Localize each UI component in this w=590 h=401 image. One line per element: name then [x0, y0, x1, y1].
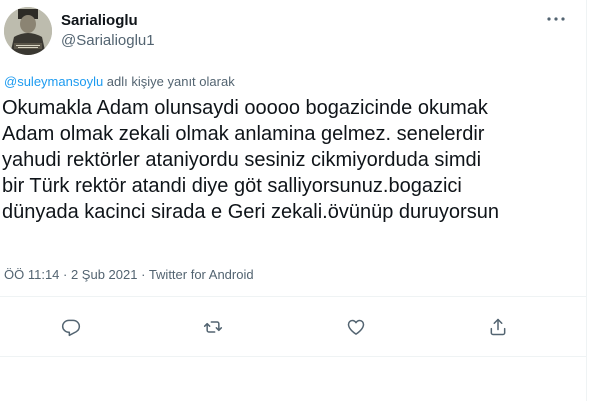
- reply-icon: [61, 319, 81, 337]
- like-button[interactable]: [341, 312, 371, 342]
- bottom-divider: [0, 356, 586, 357]
- share-button[interactable]: [483, 312, 513, 342]
- retweet-icon: [203, 321, 223, 333]
- avatar-image: [4, 7, 52, 55]
- user-handle[interactable]: @Sarialioglu1: [61, 32, 155, 49]
- tweet-time[interactable]: ÖÖ 11:14: [4, 267, 59, 282]
- reply-context-label: adlı kişiye yanıt olarak: [103, 74, 235, 89]
- avatar[interactable]: [4, 7, 52, 55]
- divider: [0, 296, 586, 297]
- display-name[interactable]: Sarialioglu: [61, 12, 138, 29]
- tweet-text: Okumakla Adam olunsaydi ooooo bogazicind…: [2, 97, 499, 223]
- tweet-source[interactable]: Twitter for Android: [149, 267, 254, 282]
- tweet-date[interactable]: 2 Şub 2021: [71, 267, 138, 282]
- action-bar: [0, 312, 586, 342]
- column-border: [586, 0, 587, 401]
- meta-separator-2: ·: [137, 267, 149, 282]
- like-icon: [347, 319, 365, 335]
- reply-button[interactable]: [56, 312, 86, 342]
- reply-context: @suleymansoylu adlı kişiye yanıt olarak: [4, 74, 235, 89]
- share-icon: [490, 318, 506, 336]
- retweet-button[interactable]: [198, 312, 228, 342]
- more-horizontal-icon[interactable]: [542, 12, 570, 26]
- mention-link[interactable]: @suleymansoylu: [4, 74, 103, 89]
- tweet-header: Sarialioglu @Sarialioglu1: [0, 0, 586, 60]
- meta-separator: ·: [59, 267, 71, 282]
- tweet-meta: ÖÖ 11:14 · 2 Şub 2021 · Twitter for Andr…: [4, 267, 254, 282]
